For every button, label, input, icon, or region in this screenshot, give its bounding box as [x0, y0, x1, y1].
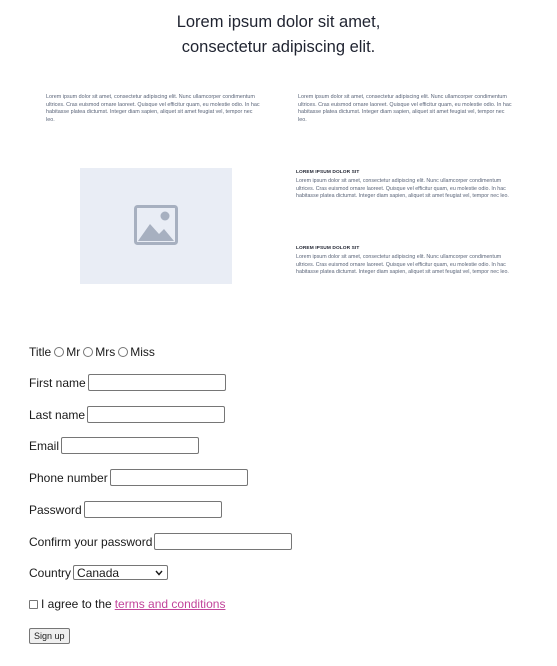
agree-row: I agree to the terms and conditions — [29, 597, 225, 611]
image-placeholder-icon — [134, 205, 178, 245]
headline-line-2: consectetur adipiscing elit. — [181, 38, 376, 56]
confirm-password-row: Confirm your password — [29, 533, 293, 550]
chevron-down-icon — [155, 570, 163, 576]
feature-title: LOREM IPSUM DOLOR SIT — [296, 246, 360, 251]
radio-mr[interactable] — [54, 347, 65, 357]
first-name-row: First name — [29, 374, 226, 391]
agree-label: I agree to the — [41, 597, 112, 611]
intro-paragraph-left: Lorem ipsum dolor sit amet, consectetur … — [46, 94, 260, 124]
email-input[interactable] — [61, 437, 200, 454]
agree-checkbox[interactable] — [29, 599, 38, 609]
password-input[interactable] — [83, 501, 222, 518]
image-placeholder — [80, 168, 232, 284]
feature-text: Lorem ipsum dolor sit amet, consectetur … — [296, 178, 509, 199]
last-name-label: Last name — [29, 407, 86, 422]
terms-link[interactable]: terms and conditions — [115, 597, 226, 611]
feature-title: LOREM IPSUM DOLOR SIT — [296, 170, 360, 175]
phone-input[interactable] — [109, 469, 248, 486]
password-row: Password — [29, 501, 222, 518]
radio-mrs-label: Mrs — [95, 345, 116, 359]
last-name-row: Last name — [29, 406, 226, 423]
headline-line-1: Lorem ipsum dolor sit amet, — [176, 13, 381, 31]
phone-label: Phone number — [29, 470, 108, 485]
first-name-label: First name — [29, 375, 86, 390]
sign-up-button[interactable]: Sign up — [29, 628, 70, 644]
title-label: Title — [29, 345, 52, 359]
first-name-input[interactable] — [87, 374, 226, 391]
radio-miss-label: Miss — [130, 345, 155, 359]
feature-block: LOREM IPSUM DOLOR SIT Lorem ipsum dolor … — [296, 246, 512, 277]
phone-row: Phone number — [29, 469, 248, 486]
page-headline: Lorem ipsum dolor sit amet, consectetur … — [0, 10, 557, 60]
intro-paragraph-right: Lorem ipsum dolor sit amet, consectetur … — [298, 94, 512, 124]
radio-mr-label: Mr — [66, 345, 81, 359]
country-label: Country — [29, 565, 72, 580]
email-row: Email — [29, 437, 200, 454]
submit-row: Sign up — [29, 628, 70, 644]
country-select[interactable]: Canada — [73, 565, 169, 580]
feature-block: LOREM IPSUM DOLOR SIT Lorem ipsum dolor … — [296, 170, 512, 201]
radio-mrs[interactable] — [83, 347, 94, 357]
country-selected-value: Canada — [77, 565, 120, 580]
confirm-password-label: Confirm your password — [29, 534, 153, 549]
country-row: Country Canada — [29, 565, 169, 580]
last-name-input[interactable] — [87, 406, 226, 423]
confirm-password-input[interactable] — [154, 533, 293, 550]
password-label: Password — [29, 502, 82, 517]
title-row: Title Mr Mrs Miss — [29, 345, 155, 359]
radio-miss[interactable] — [118, 347, 129, 357]
email-label: Email — [29, 438, 60, 453]
feature-text: Lorem ipsum dolor sit amet, consectetur … — [296, 254, 509, 275]
